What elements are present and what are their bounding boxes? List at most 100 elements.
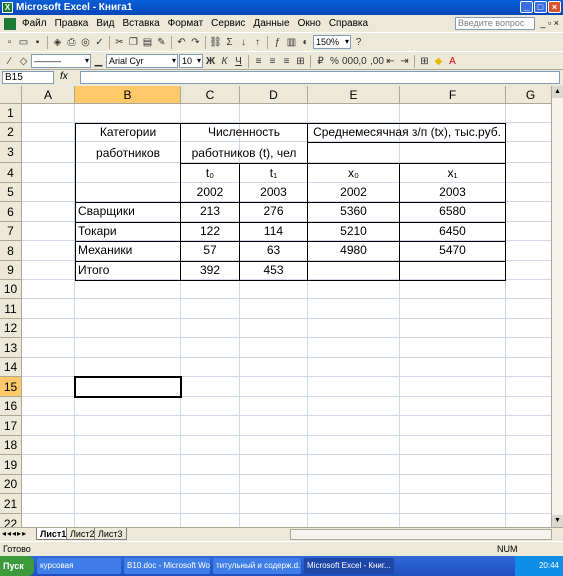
header-x0[interactable]: x₀ bbox=[308, 166, 399, 180]
cell-t1[interactable]: 453 bbox=[240, 263, 307, 277]
task-coursework[interactable]: курсовая bbox=[37, 558, 121, 574]
menu-edit[interactable]: Правка bbox=[51, 18, 93, 29]
scroll-up-icon[interactable]: ▲ bbox=[552, 86, 563, 98]
row-header-2[interactable]: 2 bbox=[0, 123, 22, 142]
merge-center-icon[interactable]: ⊞ bbox=[294, 55, 307, 68]
header-x1[interactable]: x₁ bbox=[400, 166, 505, 180]
column-header-a[interactable]: A bbox=[22, 86, 75, 104]
menu-insert[interactable]: Вставка bbox=[118, 18, 163, 29]
header-t0[interactable]: t₀ bbox=[181, 166, 239, 180]
column-header-e[interactable]: E bbox=[308, 86, 400, 104]
cell-t0[interactable]: 122 bbox=[181, 224, 239, 238]
format-painter-icon[interactable]: ✎ bbox=[155, 36, 168, 49]
workbook-icon[interactable] bbox=[4, 17, 16, 30]
minimize-button[interactable]: _ bbox=[520, 1, 533, 13]
row-header-13[interactable]: 13 bbox=[0, 338, 22, 358]
row-header-11[interactable]: 11 bbox=[0, 299, 22, 319]
menu-format[interactable]: Формат bbox=[164, 18, 208, 29]
row-header-7[interactable]: 7 bbox=[0, 222, 22, 241]
row-header-16[interactable]: 16 bbox=[0, 397, 22, 416]
worksheet-grid[interactable]: A B C D E F G 1 2 3 4 5 6 7 8 9 10 11 12… bbox=[0, 86, 551, 527]
row-header-17[interactable]: 17 bbox=[0, 416, 22, 436]
row-header-14[interactable]: 14 bbox=[0, 358, 22, 377]
row-header-4[interactable]: 4 bbox=[0, 163, 22, 183]
align-center-icon[interactable]: ≡ bbox=[266, 55, 279, 68]
align-right-icon[interactable]: ≡ bbox=[280, 55, 293, 68]
function-icon[interactable]: ƒ bbox=[271, 36, 284, 49]
cell-x1[interactable]: 5470 bbox=[400, 243, 505, 257]
row-name-turners[interactable]: Токари bbox=[76, 224, 180, 238]
column-header-d[interactable]: D bbox=[240, 86, 308, 104]
menu-file[interactable]: Файл bbox=[18, 18, 51, 29]
cut-icon[interactable]: ✂ bbox=[113, 36, 126, 49]
row-name-total[interactable]: Итого bbox=[76, 263, 180, 277]
increase-indent-icon[interactable]: ⇥ bbox=[398, 55, 411, 68]
row-header-6[interactable]: 6 bbox=[0, 202, 22, 222]
row-header-22[interactable]: 22 bbox=[0, 514, 22, 527]
open-icon[interactable]: ▭ bbox=[17, 36, 30, 49]
close-button[interactable]: × bbox=[548, 1, 561, 13]
spelling-icon[interactable]: ✓ bbox=[93, 36, 106, 49]
header-count[interactable]: Численность bbox=[181, 125, 307, 139]
header-salary[interactable]: Среднемесячная з/п (tx), тыс.руб. bbox=[308, 125, 506, 139]
year-x0[interactable]: 2002 bbox=[308, 185, 399, 199]
task-word-doc[interactable]: B10.doc - Microsoft Word bbox=[124, 558, 210, 574]
row-header-20[interactable]: 20 bbox=[0, 475, 22, 494]
menu-help[interactable]: Справка bbox=[325, 18, 372, 29]
autosum-icon[interactable]: Σ bbox=[223, 36, 236, 49]
select-all-corner[interactable] bbox=[0, 86, 22, 104]
help-icon[interactable]: ? bbox=[352, 36, 365, 49]
menu-window[interactable]: Окно bbox=[294, 18, 325, 29]
row-header-3[interactable]: 3 bbox=[0, 142, 22, 163]
cell-t1[interactable]: 276 bbox=[240, 204, 307, 218]
zoom-select[interactable]: 150% bbox=[313, 35, 351, 49]
horizontal-scrollbar[interactable] bbox=[290, 529, 552, 540]
decrease-indent-icon[interactable]: ⇤ bbox=[384, 55, 397, 68]
scroll-down-icon[interactable]: ▼ bbox=[552, 515, 563, 527]
italic-icon[interactable]: К bbox=[218, 55, 231, 68]
active-cell-b15[interactable] bbox=[74, 376, 182, 398]
percent-icon[interactable]: % bbox=[328, 55, 341, 68]
header-category-line2[interactable]: работников bbox=[76, 146, 180, 160]
line-style-select[interactable]: ——— bbox=[31, 54, 91, 68]
header-category[interactable]: Категории bbox=[76, 125, 180, 139]
draw-line-icon[interactable]: ∕ bbox=[3, 55, 16, 68]
sheet-tab-3[interactable]: Лист3 bbox=[94, 528, 127, 540]
row-header-18[interactable]: 18 bbox=[0, 436, 22, 455]
increase-decimal-icon[interactable]: ,0 bbox=[356, 55, 369, 68]
column-header-f[interactable]: F bbox=[400, 86, 506, 104]
workbook-close-icon[interactable]: _ ▫ × bbox=[541, 18, 559, 28]
row-header-8[interactable]: 8 bbox=[0, 241, 22, 261]
line-color-icon[interactable]: ▁ bbox=[92, 55, 105, 68]
maximize-button[interactable]: □ bbox=[534, 1, 547, 13]
year-t1[interactable]: 2003 bbox=[240, 185, 307, 199]
fill-color-icon[interactable]: ◆ bbox=[432, 55, 445, 68]
task-title-doc[interactable]: титульный и содерж.d... bbox=[213, 558, 301, 574]
cell-t0[interactable]: 213 bbox=[181, 204, 239, 218]
decrease-decimal-icon[interactable]: ,00 bbox=[370, 55, 384, 68]
tab-nav-arrows-icon[interactable]: ◂◂◂▸▸ bbox=[2, 529, 27, 538]
cell-x1[interactable]: 6580 bbox=[400, 204, 505, 218]
cell-t1[interactable]: 114 bbox=[240, 224, 307, 238]
copy-icon[interactable]: ❐ bbox=[127, 36, 140, 49]
formula-input[interactable] bbox=[80, 71, 560, 84]
font-size-select[interactable]: 10 bbox=[179, 54, 203, 68]
row-header-9[interactable]: 9 bbox=[0, 261, 22, 280]
help-question-input[interactable]: Введите вопрос bbox=[455, 17, 535, 30]
row-header-5[interactable]: 5 bbox=[0, 183, 22, 202]
font-color-icon[interactable]: A bbox=[446, 55, 459, 68]
align-left-icon[interactable]: ≡ bbox=[252, 55, 265, 68]
year-t0[interactable]: 2002 bbox=[181, 185, 239, 199]
fx-icon[interactable]: fx bbox=[60, 71, 68, 82]
row-header-19[interactable]: 19 bbox=[0, 455, 22, 475]
thousands-icon[interactable]: 000 bbox=[342, 55, 359, 68]
font-name-select[interactable]: Arial Cyr bbox=[106, 54, 178, 68]
chart-wizard-icon[interactable]: ▥ bbox=[285, 36, 298, 49]
column-header-c[interactable]: C bbox=[181, 86, 240, 104]
currency-icon[interactable]: ₽ bbox=[314, 55, 327, 68]
column-header-g[interactable]: G bbox=[506, 86, 551, 104]
permission-icon[interactable]: ◈ bbox=[51, 36, 64, 49]
redo-icon[interactable]: ↷ bbox=[189, 36, 202, 49]
borders-icon[interactable]: ⊞ bbox=[418, 55, 431, 68]
print-preview-icon[interactable]: ◎ bbox=[79, 36, 92, 49]
